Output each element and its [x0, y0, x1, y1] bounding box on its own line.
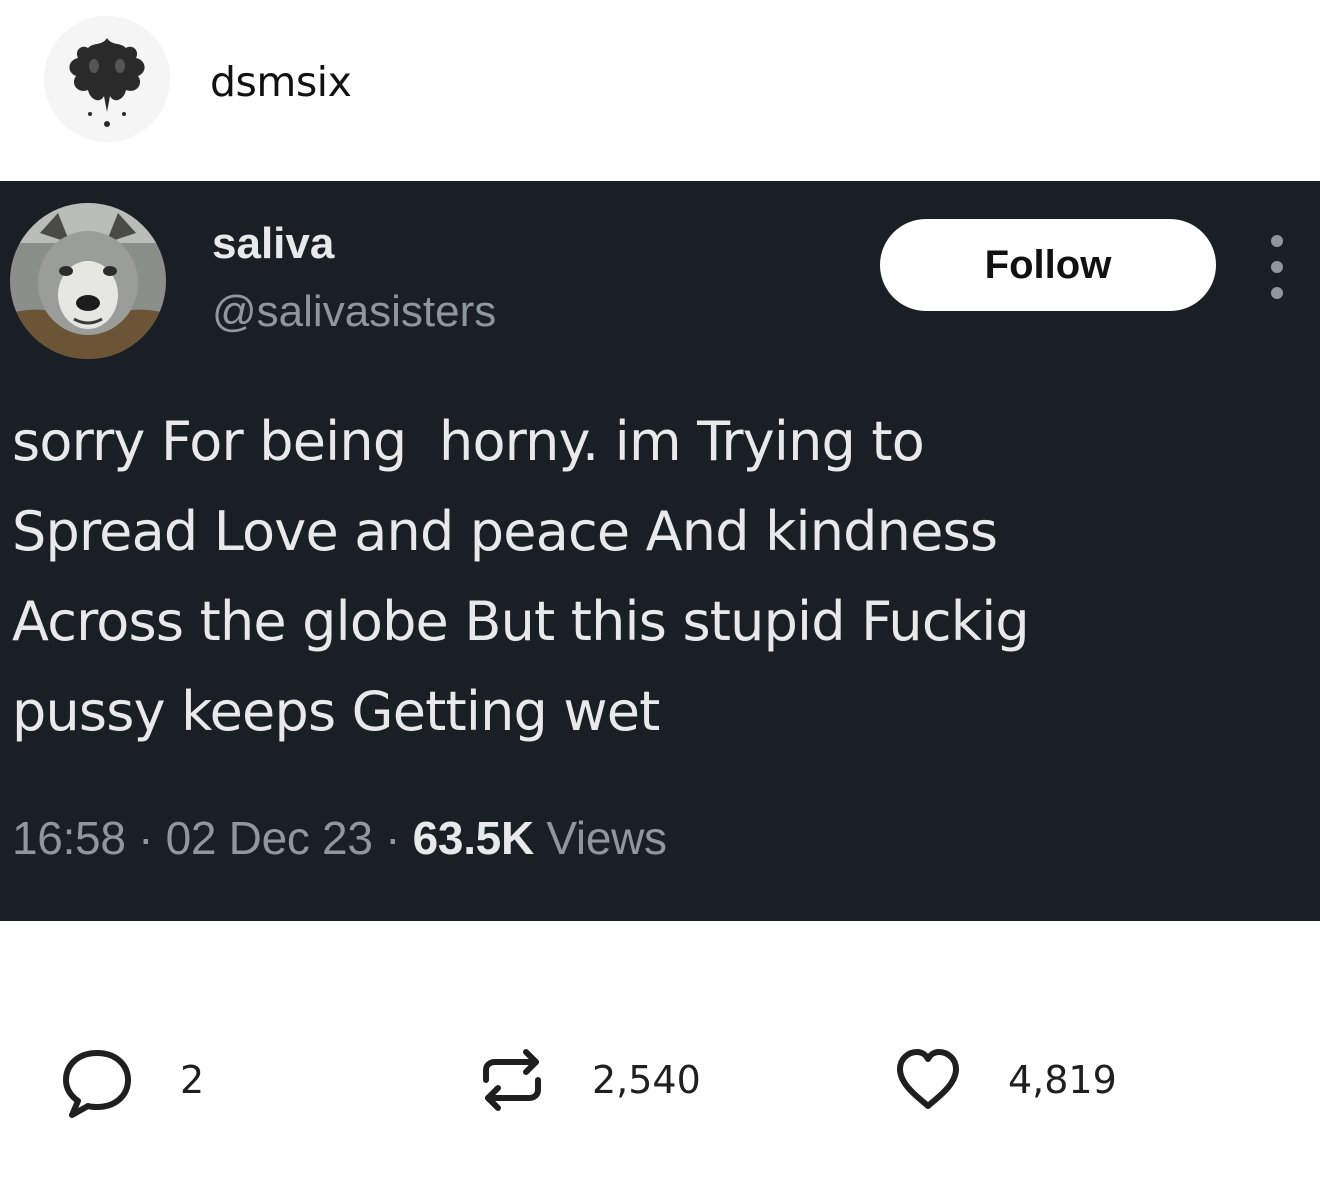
meta-separator: ·: [385, 812, 401, 864]
tweet-meta: 16:58 · 02 Dec 23 · 63.5K Views: [12, 811, 667, 865]
reply-count: 2: [180, 1058, 205, 1102]
tweet-text: sorry For being horny. im Trying to Spre…: [12, 410, 1030, 743]
wolf-avatar-icon: [10, 203, 166, 359]
heart-icon: [897, 1049, 959, 1109]
post-header: dsmsix: [0, 0, 1320, 181]
like-button[interactable]: 4,819: [892, 1030, 1117, 1130]
more-dot: [1271, 261, 1283, 273]
tweet-handle[interactable]: @salivasisters: [212, 287, 496, 337]
like-count: 4,819: [1008, 1058, 1117, 1102]
poster-name[interactable]: dsmsix: [210, 58, 352, 106]
follow-button[interactable]: Follow: [880, 219, 1216, 311]
more-dot: [1271, 287, 1283, 299]
more-dot: [1271, 235, 1283, 247]
reply-bubble-icon: [63, 1050, 131, 1118]
views-label: Views: [546, 812, 667, 864]
reblog-count: 2,540: [592, 1058, 701, 1102]
views-count: 63.5K: [412, 812, 535, 864]
reblog-button[interactable]: 2,540: [476, 1030, 701, 1130]
reply-button[interactable]: 2: [58, 1030, 204, 1130]
tweet-screenshot: saliva @salivasisters Follow sorry For b…: [0, 181, 1320, 921]
post-actions: 2 2,540 4,819: [0, 1030, 1320, 1130]
tweet-date: 02 Dec 23: [165, 812, 373, 864]
reblog-icon: [483, 1049, 541, 1111]
poster-avatar[interactable]: [44, 16, 170, 142]
tweet-display-name[interactable]: saliva: [212, 219, 334, 269]
more-vertical-icon[interactable]: [1262, 235, 1292, 299]
inkblot-avatar-icon: [44, 16, 170, 142]
tweet-author-avatar[interactable]: [10, 203, 166, 359]
tweet-time: 16:58: [12, 812, 126, 864]
meta-separator: ·: [138, 812, 154, 864]
